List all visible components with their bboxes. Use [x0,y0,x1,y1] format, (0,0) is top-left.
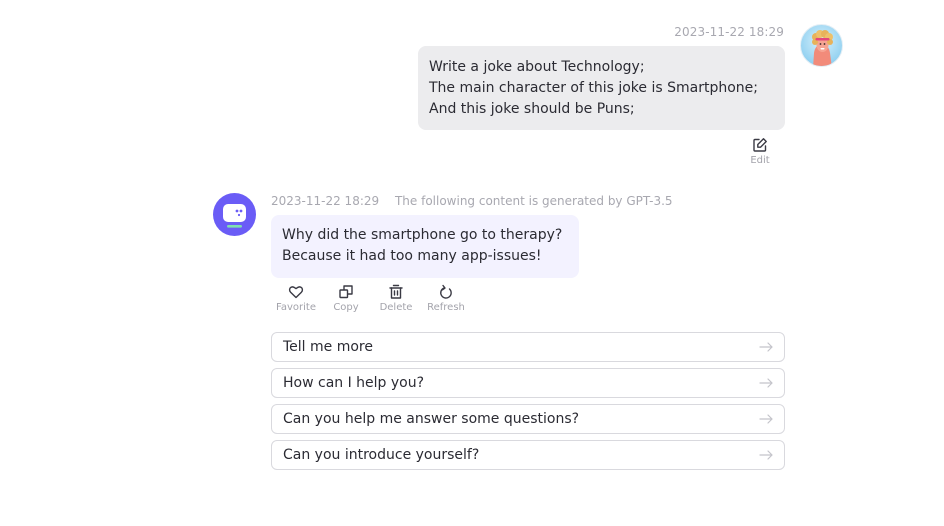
user-message-line: The main character of this joke is Smart… [429,80,758,96]
copy-button[interactable]: Copy [321,284,371,313]
suggestion-text: How can I help you? [283,375,425,391]
suggestion-item[interactable]: Tell me more [271,332,785,362]
user-avatar[interactable] [800,24,843,67]
user-message-bubble: Write a joke about Technology; The main … [418,46,785,130]
suggestion-item[interactable]: How can I help you? [271,368,785,398]
bot-message-line: Because it had too many app-issues! [282,248,542,264]
favorite-button[interactable]: Favorite [271,284,321,313]
user-message-line: And this joke should be Puns; [429,101,635,117]
arrow-right-icon [759,378,773,388]
bot-avatar-icon [223,204,246,228]
bot-message-timestamp: 2023-11-22 18:29 [271,194,380,208]
suggestion-text: Can you introduce yourself? [283,447,480,463]
user-avatar-icon [812,30,833,66]
copy-label: Copy [333,302,359,313]
bot-message-actions: Favorite Copy Delete Refresh [271,284,471,313]
suggestion-item[interactable]: Can you introduce yourself? [271,440,785,470]
bot-avatar [213,193,256,236]
edit-button[interactable]: Edit [744,137,776,166]
refresh-label: Refresh [427,302,465,313]
arrow-right-icon [759,414,773,424]
refresh-button[interactable]: Refresh [421,284,471,313]
suggestion-text: Can you help me answer some questions? [283,411,580,427]
bot-message-meta: 2023-11-22 18:29 The following content i… [271,194,673,208]
refresh-icon [440,284,452,299]
edit-icon [753,138,767,152]
bot-message-bubble: Why did the smartphone go to therapy? Be… [271,215,579,278]
suggestion-text: Tell me more [283,339,373,355]
arrow-right-icon [759,342,773,352]
user-message-timestamp: 2023-11-22 18:29 [674,25,784,39]
generated-by-note: The following content is generated by GP… [394,194,673,208]
delete-label: Delete [379,302,413,313]
trash-icon [389,284,403,299]
chat-page: 2023-11-22 18:29 Write a joke about Tech… [0,0,944,526]
favorite-label: Favorite [276,302,316,313]
edit-label: Edit [750,155,770,166]
bot-message-line: Why did the smartphone go to therapy? [282,227,563,243]
arrow-right-icon [759,450,773,460]
heart-icon [288,286,304,299]
copy-icon [339,285,353,299]
user-message-line: Write a joke about Technology; [429,59,645,75]
suggested-prompts: Tell me more How can I help you? Can you… [271,332,785,470]
delete-button[interactable]: Delete [371,284,421,313]
suggestion-item[interactable]: Can you help me answer some questions? [271,404,785,434]
